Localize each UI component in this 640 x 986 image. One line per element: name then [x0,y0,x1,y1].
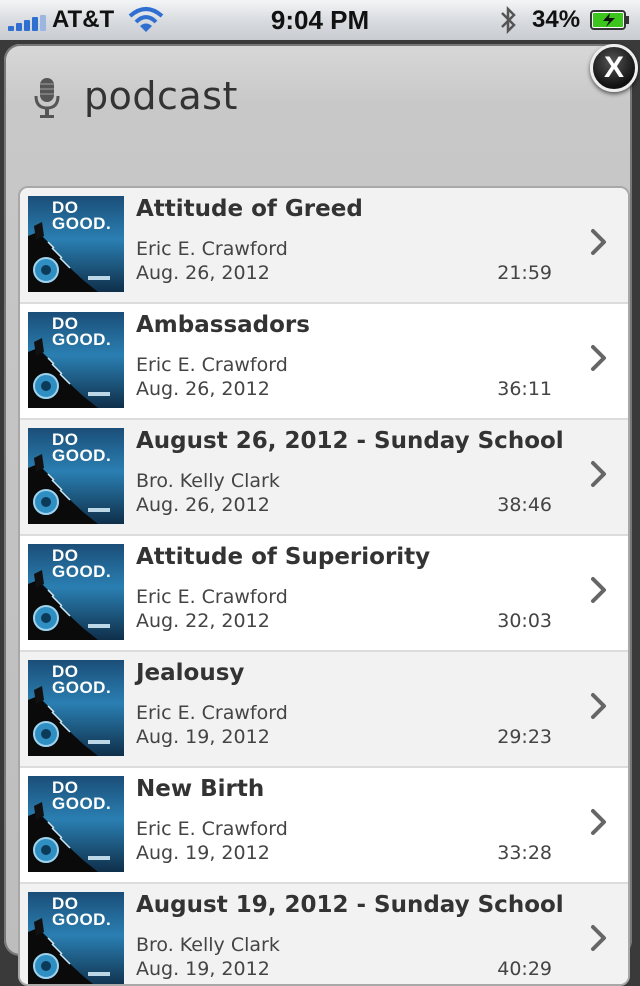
podcast-panel: podcast DO GOOD. Attitude of Greed Eric … [4,44,632,986]
artwork-text: DO GOOD. [52,314,112,349]
episode-title: Jealousy [136,660,245,686]
episode-artwork: DO GOOD. [28,776,124,872]
episode-duration: 29:23 [497,726,552,748]
episode-duration: 33:28 [497,842,552,864]
episode-row[interactable]: DO GOOD. Attitude of Greed Eric E. Crawf… [20,188,628,304]
artwork-text: DO GOOD. [52,894,112,929]
episode-duration: 30:03 [497,610,552,632]
artwork-text: DO GOOD. [52,778,112,813]
battery-charging-icon [590,10,629,30]
artwork-text: DO GOOD. [52,430,112,465]
episode-date: Aug. 19, 2012 [136,726,270,748]
episode-artwork: DO GOOD. [28,660,124,756]
artwork-text: DO GOOD. [52,662,112,697]
episode-row[interactable]: DO GOOD. August 19, 2012 - Sunday School… [20,884,628,984]
episode-title: Ambassadors [136,312,310,338]
episode-date: Aug. 26, 2012 [136,378,270,400]
episode-date: Aug. 22, 2012 [136,610,270,632]
episode-artwork: DO GOOD. [28,544,124,640]
chevron-right-icon[interactable] [590,808,608,836]
episode-artwork: DO GOOD. [28,312,124,408]
episode-artwork: DO GOOD. [28,892,124,984]
chevron-right-icon[interactable] [590,692,608,720]
episode-date: Aug. 26, 2012 [136,262,270,284]
episode-duration: 38:46 [497,494,552,516]
chevron-right-icon[interactable] [590,344,608,372]
episode-date: Aug. 26, 2012 [136,494,270,516]
episode-author: Bro. Kelly Clark [136,934,280,956]
episode-duration: 40:29 [497,958,552,980]
episode-duration: 21:59 [497,262,552,284]
close-button[interactable]: X [590,44,638,92]
episode-list: DO GOOD. Attitude of Greed Eric E. Crawf… [18,186,630,986]
episode-author: Eric E. Crawford [136,702,288,724]
artwork-text: DO GOOD. [52,546,112,581]
artwork-text: DO GOOD. [52,198,112,233]
episode-artwork: DO GOOD. [28,428,124,524]
episode-row[interactable]: DO GOOD. Attitude of Superiority Eric E.… [20,536,628,652]
episode-title: August 19, 2012 - Sunday School [136,892,564,918]
bluetooth-icon [501,5,516,35]
episode-author: Eric E. Crawford [136,586,288,608]
page-title: podcast [84,74,238,118]
chevron-right-icon[interactable] [590,576,608,604]
episode-row[interactable]: DO GOOD. New Birth Eric E. Crawford Aug.… [20,768,628,884]
chevron-right-icon[interactable] [590,460,608,488]
episode-row[interactable]: DO GOOD. August 26, 2012 - Sunday School… [20,420,628,536]
chevron-right-icon[interactable] [590,924,608,952]
episode-title: August 26, 2012 - Sunday School [136,428,564,454]
battery-percent: 34% [532,6,581,33]
episode-author: Bro. Kelly Clark [136,470,280,492]
episode-author: Eric E. Crawford [136,238,288,260]
status-bar: AT&T 9:04 PM 34% [0,0,640,40]
episode-row[interactable]: DO GOOD. Jealousy Eric E. Crawford Aug. … [20,652,628,768]
chevron-right-icon[interactable] [590,228,608,256]
episode-title: New Birth [136,776,265,802]
episode-row[interactable]: DO GOOD. Ambassadors Eric E. Crawford Au… [20,304,628,420]
episode-date: Aug. 19, 2012 [136,958,270,980]
episode-date: Aug. 19, 2012 [136,842,270,864]
episode-author: Eric E. Crawford [136,818,288,840]
episode-duration: 36:11 [497,378,552,400]
episode-title: Attitude of Greed [136,196,363,222]
episode-title: Attitude of Superiority [136,544,431,570]
episode-author: Eric E. Crawford [136,354,288,376]
episode-artwork: DO GOOD. [28,196,124,292]
microphone-icon [34,78,60,118]
